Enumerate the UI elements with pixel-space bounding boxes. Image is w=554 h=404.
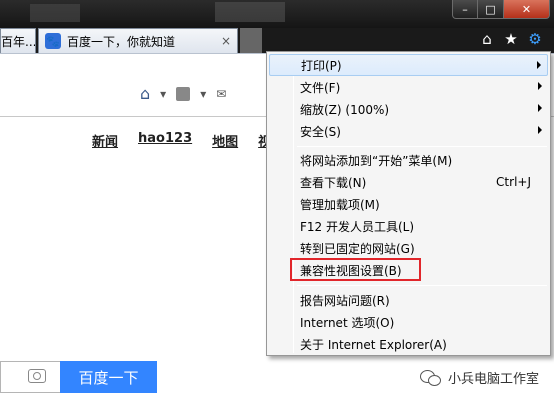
menu-item-view-downloads[interactable]: 查看下载(N) Ctrl+J [269, 171, 548, 193]
tab-close-icon[interactable]: × [221, 34, 231, 48]
favorites-star-icon[interactable]: ★ [502, 30, 520, 48]
submenu-arrow-icon [537, 61, 541, 69]
menu-item-pinned-sites[interactable]: 转到已固定的网站(G) [269, 237, 548, 259]
menu-item-label: 将网站添加到“开始”菜单(M) [300, 153, 453, 168]
menu-item-label: 关于 Internet Explorer(A) [300, 337, 447, 352]
menu-item-label: Internet 选项(O) [300, 315, 395, 330]
close-window-button[interactable]: ✕ [504, 0, 550, 19]
window-controls: – □ ✕ [452, 0, 550, 19]
wechat-icon [420, 369, 442, 386]
submenu-arrow-icon [538, 126, 542, 134]
tab-title: 百度一下，你就知道 [67, 34, 176, 49]
menu-item-label: 转到已固定的网站(G) [300, 241, 415, 256]
mail-icon[interactable]: ✉ [216, 87, 226, 101]
tab-title: 百年... [1, 34, 36, 49]
menu-item-report-problems[interactable]: 报告网站问题(R) [269, 289, 548, 311]
nav-link-map[interactable]: 地图 [212, 131, 238, 150]
command-home-icon[interactable]: ⌂ [140, 84, 150, 103]
highlight-box [290, 258, 421, 281]
watermark-text: 小兵电脑工作室 [448, 372, 540, 387]
submenu-arrow-icon [538, 82, 542, 90]
tab-baidu[interactable]: 🐾 百度一下，你就知道 × [38, 28, 238, 53]
menu-item-dev-tools[interactable]: F12 开发人员工具(L) [269, 215, 548, 237]
tools-menu: 打印(P) 文件(F) 缩放(Z) (100%) 安全(S) 将网站添加到“开始… [266, 51, 551, 356]
tab-row: 百年... 🐾 百度一下，你就知道 × [0, 28, 554, 53]
menu-item-add-to-start[interactable]: 将网站添加到“开始”菜单(M) [269, 149, 548, 171]
watermark: 小兵电脑工作室 [420, 368, 539, 387]
blurred-region [30, 4, 80, 22]
tools-gear-icon[interactable]: ⚙ [526, 30, 544, 48]
blurred-region [215, 2, 285, 22]
submenu-arrow-icon [538, 104, 542, 112]
chevron-down-icon[interactable]: ▾ [160, 87, 166, 101]
menu-item-about-ie[interactable]: 关于 Internet Explorer(A) [269, 333, 548, 355]
menu-item-label: 管理加载项(M) [300, 197, 380, 212]
menu-separator [297, 285, 547, 286]
maximize-button[interactable]: □ [478, 0, 504, 19]
menu-item-file[interactable]: 文件(F) [269, 76, 548, 98]
menu-item-internet-options[interactable]: Internet 选项(O) [269, 311, 548, 333]
menu-item-label: 安全(S) [300, 124, 341, 139]
menu-item-label: 文件(F) [300, 80, 341, 95]
menu-item-label: 缩放(Z) (100%) [300, 102, 390, 117]
menu-item-label: 报告网站问题(R) [300, 293, 390, 308]
menu-item-safety[interactable]: 安全(S) [269, 120, 548, 142]
baidu-paw-icon: 🐾 [45, 33, 61, 49]
command-bar: ⌂ ▾ ▾ ✉ [140, 84, 226, 103]
menu-item-label: 查看下载(N) [300, 175, 367, 190]
nav-link-hao123[interactable]: hao123 [138, 131, 192, 150]
minimize-button[interactable]: – [452, 0, 478, 19]
nav-link-news[interactable]: 新闻 [92, 131, 118, 150]
search-button[interactable]: 百度一下 [60, 361, 157, 393]
menu-item-label: 打印(P) [301, 58, 342, 73]
chevron-down-icon[interactable]: ▾ [200, 87, 206, 101]
home-icon[interactable]: ⌂ [478, 30, 496, 48]
camera-icon[interactable] [28, 369, 46, 383]
menu-separator [297, 146, 547, 147]
menu-item-label: F12 开发人员工具(L) [300, 219, 415, 234]
menu-item-manage-addons[interactable]: 管理加载项(M) [269, 193, 548, 215]
menu-item-print[interactable]: 打印(P) [269, 54, 548, 76]
menu-item-shortcut: Ctrl+J [496, 175, 531, 189]
browser-toolbar-icons: ⌂ ★ ⚙ [478, 30, 544, 48]
menu-item-zoom[interactable]: 缩放(Z) (100%) [269, 98, 548, 120]
new-tab-button[interactable] [240, 28, 262, 53]
rss-feed-icon[interactable] [176, 86, 191, 101]
baidu-nav-links: 新闻 hao123 地图 视 [92, 131, 271, 150]
tab-previous[interactable]: 百年... [0, 28, 36, 53]
